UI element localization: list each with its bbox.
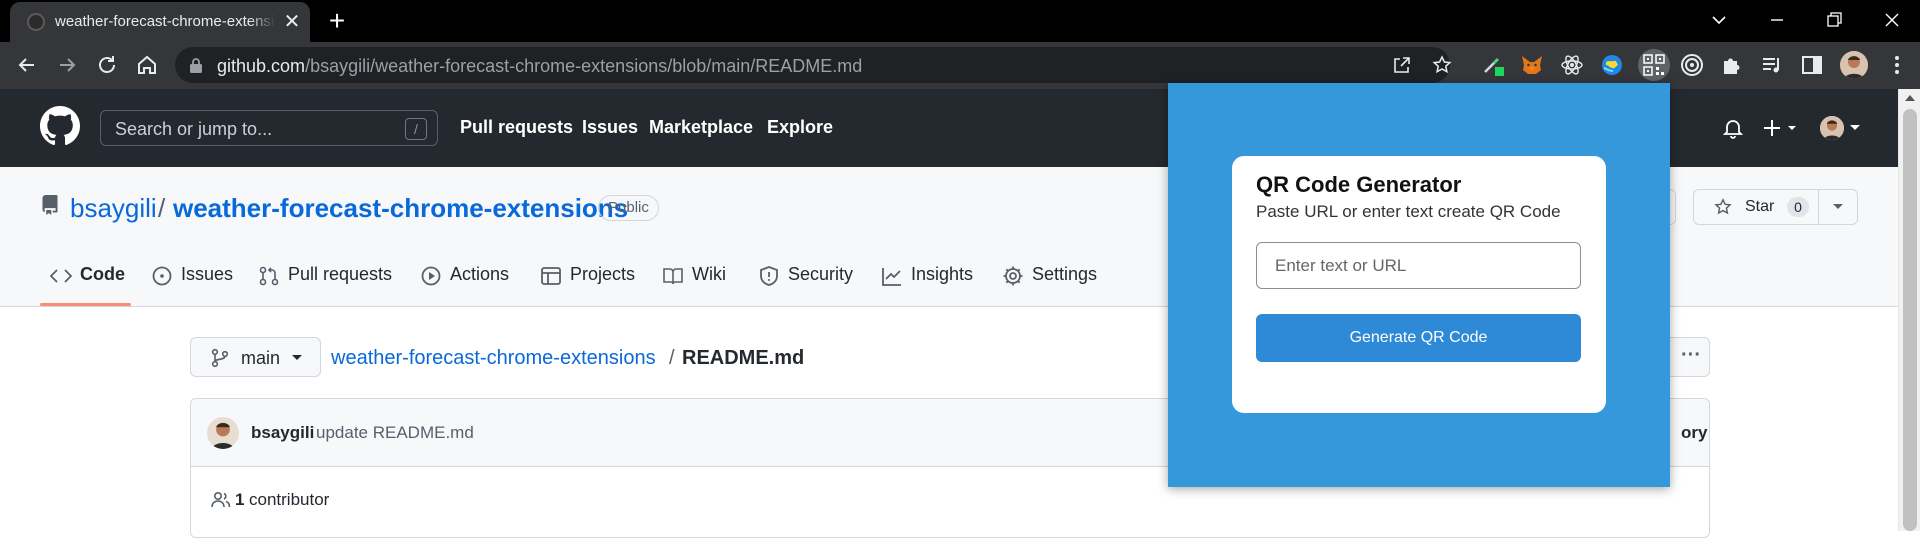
search-shortcut-badge: /: [405, 118, 427, 140]
browser-tab-strip: weather-forecast-chrome-extensions/READM…: [0, 0, 1920, 42]
qr-title: QR Code Generator: [1256, 172, 1462, 197]
url-host: github.com: [217, 56, 306, 76]
globe-extension-icon[interactable]: [1600, 53, 1624, 77]
tab-close-icon[interactable]: ✕: [282, 12, 302, 32]
pull-request-icon: [259, 266, 279, 286]
bookmark-star-icon[interactable]: [1432, 55, 1452, 75]
puzzle-extensions-icon[interactable]: [1720, 53, 1744, 77]
browser-tab[interactable]: weather-forecast-chrome-extensions/READM…: [10, 2, 310, 42]
metamask-fox-icon[interactable]: [1520, 53, 1544, 77]
url-text[interactable]: github.com/bsaygili/weather-forecast-chr…: [217, 56, 862, 77]
share-icon[interactable]: [1392, 55, 1412, 75]
star-label: Star: [1745, 198, 1775, 215]
search-placeholder: Search or jump to...: [115, 119, 273, 139]
commit-author-avatar[interactable]: [207, 417, 239, 449]
tab-insights-label: Insights: [911, 264, 974, 284]
tab-projects-label: Projects: [570, 264, 636, 284]
tab-code-label: Code: [80, 264, 125, 284]
tab-wiki-label: Wiki: [692, 264, 726, 284]
star-button-group: Star 0: [1693, 189, 1858, 225]
nav-marketplace[interactable]: Marketplace: [649, 117, 753, 138]
breadcrumb-file-name: README.md: [682, 347, 805, 369]
back-arrow-icon[interactable]: [14, 52, 40, 78]
branch-name: main: [241, 348, 281, 368]
branch-selector-button[interactable]: main: [190, 337, 321, 377]
repo-icon: [40, 194, 60, 216]
tab-security-label: Security: [788, 264, 854, 284]
git-branch-icon: [211, 348, 229, 368]
side-panel-icon[interactable]: [1800, 53, 1824, 77]
active-tab-underline: [40, 303, 131, 306]
profile-avatar[interactable]: [1840, 51, 1868, 79]
contributor-label: contributor: [249, 490, 330, 509]
table-icon: [541, 267, 561, 285]
lock-icon[interactable]: [189, 57, 203, 73]
user-avatar[interactable]: [1820, 116, 1844, 140]
chrome-menu-icon[interactable]: [1885, 53, 1909, 77]
qr-generator-card: QR Code Generator Paste URL or enter tex…: [1232, 156, 1606, 413]
tab-pull-requests-label: Pull requests: [288, 264, 393, 284]
generate-qr-button[interactable]: Generate QR Code: [1256, 314, 1581, 362]
github-favicon-icon: [27, 13, 45, 31]
tab-issues-label: Issues: [181, 264, 234, 284]
tab-search-chevron-icon[interactable]: [1707, 8, 1731, 32]
contributor-count: 1: [235, 490, 245, 509]
repo-name-link[interactable]: weather-forecast-chrome-extensions: [173, 193, 628, 224]
home-icon[interactable]: [134, 52, 160, 78]
create-new-plus-icon[interactable]: [1762, 117, 1802, 139]
kebab-menu-icon: ···: [1681, 344, 1701, 366]
branch-caret-icon: [291, 354, 303, 362]
qr-code-extension-icon[interactable]: [1638, 49, 1670, 81]
visibility-badge: Public: [598, 195, 659, 221]
page-scrollbar[interactable]: [1898, 89, 1920, 531]
shield-icon: [760, 266, 778, 286]
star-button[interactable]: Star 0: [1694, 190, 1819, 224]
reading-list-icon[interactable]: [1760, 53, 1784, 77]
gear-icon: [1003, 266, 1023, 286]
play-circle-icon: [421, 266, 441, 286]
scroll-up-arrow-icon[interactable]: [1905, 94, 1915, 102]
target-extension-icon[interactable]: [1680, 53, 1704, 77]
graph-icon: [882, 268, 901, 286]
commit-message-link[interactable]: update README.md: [316, 423, 474, 443]
nav-issues[interactable]: Issues: [582, 117, 638, 138]
restore-icon[interactable]: [1822, 8, 1846, 32]
nav-pull-requests[interactable]: Pull requests: [460, 117, 573, 138]
issue-icon: [152, 266, 172, 286]
reload-icon[interactable]: [94, 52, 120, 78]
history-link[interactable]: ory: [1681, 423, 1707, 443]
breadcrumb-separator: /: [669, 347, 675, 369]
star-count-badge: 0: [1787, 197, 1809, 217]
commit-author-link[interactable]: bsaygili: [251, 423, 314, 443]
qr-extension-popup: QR Code Generator Paste URL or enter tex…: [1168, 83, 1670, 487]
star-list-caret-icon[interactable]: [1832, 203, 1844, 211]
nav-explore[interactable]: Explore: [767, 117, 833, 138]
address-bar[interactable]: github.com/bsaygili/weather-forecast-chr…: [175, 47, 1452, 83]
close-window-icon[interactable]: [1880, 8, 1904, 32]
notifications-bell-icon[interactable]: [1722, 117, 1744, 139]
react-devtools-icon[interactable]: [1560, 53, 1584, 77]
tab-actions-label: Actions: [450, 264, 510, 284]
user-menu-caret-icon[interactable]: [1850, 124, 1860, 132]
scrollbar-thumb[interactable]: [1903, 109, 1917, 531]
eyedropper-extension-icon[interactable]: [1480, 53, 1504, 77]
minimize-icon[interactable]: [1765, 8, 1789, 32]
forward-arrow-icon[interactable]: [54, 52, 80, 78]
new-tab-button[interactable]: +: [324, 7, 350, 35]
star-icon: [1714, 198, 1732, 216]
search-input[interactable]: Search or jump to... /: [100, 110, 438, 146]
code-icon: [50, 269, 72, 283]
book-icon: [663, 268, 683, 285]
repo-owner-link[interactable]: bsaygili: [70, 193, 157, 224]
people-icon: [211, 491, 231, 509]
browser-toolbar: github.com/bsaygili/weather-forecast-chr…: [0, 42, 1920, 89]
github-logo-icon[interactable]: [40, 106, 80, 146]
tab-title: weather-forecast-chrome-extensions/READM…: [55, 13, 275, 30]
url-path: /bsaygili/weather-forecast-chrome-extens…: [305, 56, 863, 76]
qr-subtitle: Paste URL or enter text create QR Code: [1256, 202, 1561, 221]
breadcrumb-repo-link[interactable]: weather-forecast-chrome-extensions: [331, 347, 656, 370]
tab-settings-label: Settings: [1032, 264, 1098, 284]
qr-text-input[interactable]: [1256, 242, 1581, 289]
repo-path-separator: /: [158, 193, 166, 223]
